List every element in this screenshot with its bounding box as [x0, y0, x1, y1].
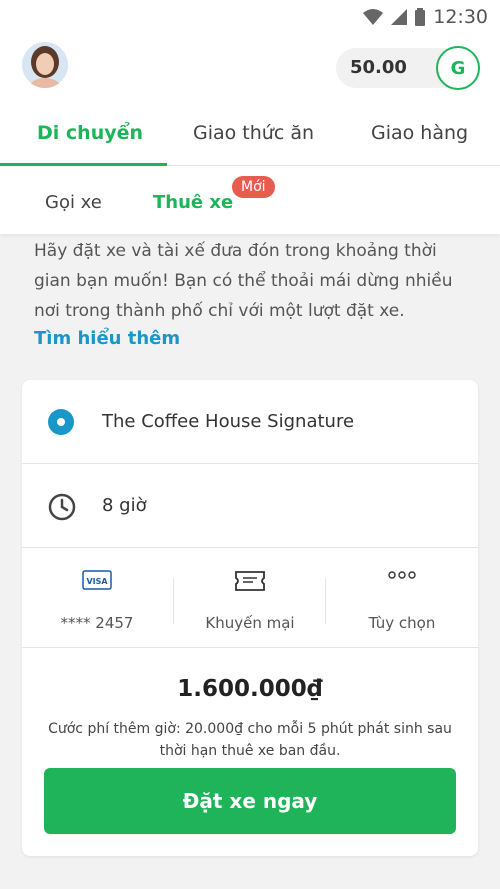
payment-card-number: **** 2457	[60, 614, 134, 632]
pickup-location-icon	[48, 409, 74, 435]
wallet-balance[interactable]: 50.00 G	[336, 46, 480, 90]
battery-icon	[415, 8, 426, 26]
option-divider	[173, 578, 174, 624]
tab-food-delivery[interactable]: Giao thức ăn	[193, 122, 314, 144]
subtab-rent-car[interactable]: Thuê xe	[153, 192, 233, 213]
status-icons: 12:30	[363, 6, 488, 28]
extra-fee-note: Cước phí thêm giờ: 20.000₫ cho mỗi 5 phú…	[48, 721, 452, 759]
visa-card-icon: VISA	[82, 570, 112, 590]
tab-transport[interactable]: Di chuyển	[37, 122, 143, 144]
payment-method-option[interactable]: VISA **** 2457	[22, 548, 172, 648]
avatar[interactable]	[22, 42, 68, 88]
option-divider	[325, 578, 326, 624]
rental-description: Hãy đặt xe và tài xế đưa đón trong khoản…	[34, 241, 453, 321]
balance-amount: 50.00	[350, 57, 407, 78]
avatar-image	[22, 42, 68, 88]
grab-rewards-icon: G	[436, 46, 480, 90]
wifi-icon	[363, 9, 384, 25]
transport-subtabs: Gọi xe Thuê xe Mới	[0, 166, 500, 234]
app-header: 50.00 G	[0, 36, 500, 100]
promo-option[interactable]: Khuyến mại	[175, 548, 325, 648]
subtab-book-ride[interactable]: Gọi xe	[45, 192, 102, 213]
status-time: 12:30	[433, 6, 488, 28]
pickup-location: The Coffee House Signature	[102, 411, 355, 432]
pickup-row[interactable]: The Coffee House Signature	[22, 380, 478, 464]
new-badge: Mới	[232, 176, 275, 198]
duration-row[interactable]: 8 giờ	[22, 464, 478, 548]
rental-duration: 8 giờ	[102, 495, 147, 516]
tab-parcel-delivery[interactable]: Giao hàng	[371, 122, 468, 144]
options-label: Tùy chọn	[368, 614, 436, 632]
more-options-icon	[388, 571, 416, 579]
promo-label: Khuyến mại	[205, 614, 295, 632]
service-tabs: Di chuyển Giao thức ăn Giao hàng	[0, 100, 500, 166]
booking-card: The Coffee House Signature 8 giờ VISA **…	[22, 380, 478, 856]
book-now-button[interactable]: Đặt xe ngay	[44, 768, 456, 834]
rental-price: 1.600.000₫	[177, 676, 323, 702]
signal-icon	[391, 9, 408, 25]
clock-icon	[48, 493, 76, 521]
voucher-icon	[235, 571, 265, 591]
booking-options: VISA **** 2457 Khuyến mại Tùy chọn	[22, 548, 478, 648]
more-options[interactable]: Tùy chọn	[327, 548, 477, 648]
learn-more-link[interactable]: Tìm hiểu thêm	[34, 328, 180, 349]
status-bar: 12:30	[0, 0, 500, 36]
visa-text: VISA	[86, 577, 108, 586]
